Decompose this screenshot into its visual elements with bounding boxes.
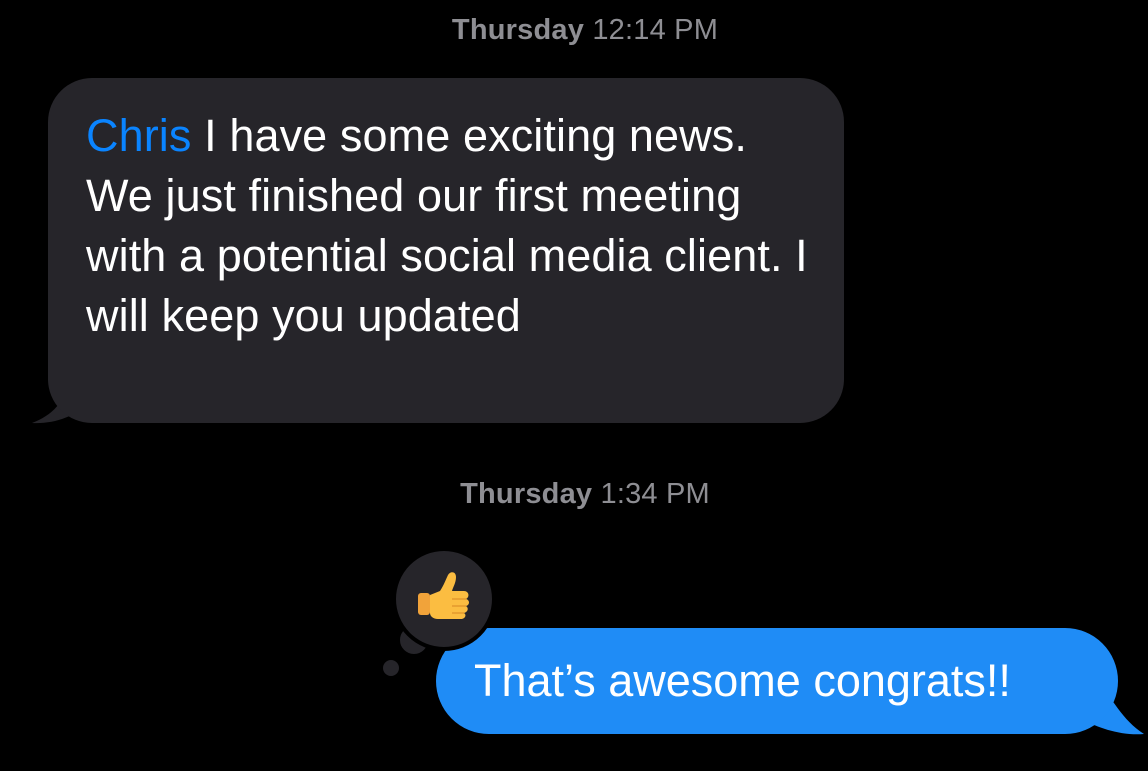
- timestamp-day: Thursday: [451, 14, 585, 46]
- tapback-tail-dot: [383, 660, 399, 676]
- mention-chris[interactable]: Chris: [86, 110, 192, 161]
- timestamp-time: 1:34 PM: [600, 478, 710, 510]
- incoming-message[interactable]: Chris I have some exciting news. We just…: [30, 78, 850, 426]
- incoming-message-text: I have some exciting news. We just finis…: [86, 110, 808, 341]
- outgoing-bubble[interactable]: That’s awesome congrats!!: [436, 628, 1118, 734]
- outgoing-message[interactable]: That’s awesome congrats!!: [436, 628, 1148, 738]
- thumbs-up-icon: [418, 572, 469, 619]
- message-timestamp: Thursday 1:34 PM: [11, 478, 1148, 511]
- timestamp-time: 12:14 PM: [592, 14, 719, 46]
- timestamp-day: Thursday: [460, 478, 593, 510]
- outgoing-message-text: That’s awesome congrats!!: [474, 655, 1011, 706]
- message-timestamp: Thursday 12:14 PM: [11, 14, 1148, 47]
- incoming-bubble[interactable]: Chris I have some exciting news. We just…: [48, 78, 844, 423]
